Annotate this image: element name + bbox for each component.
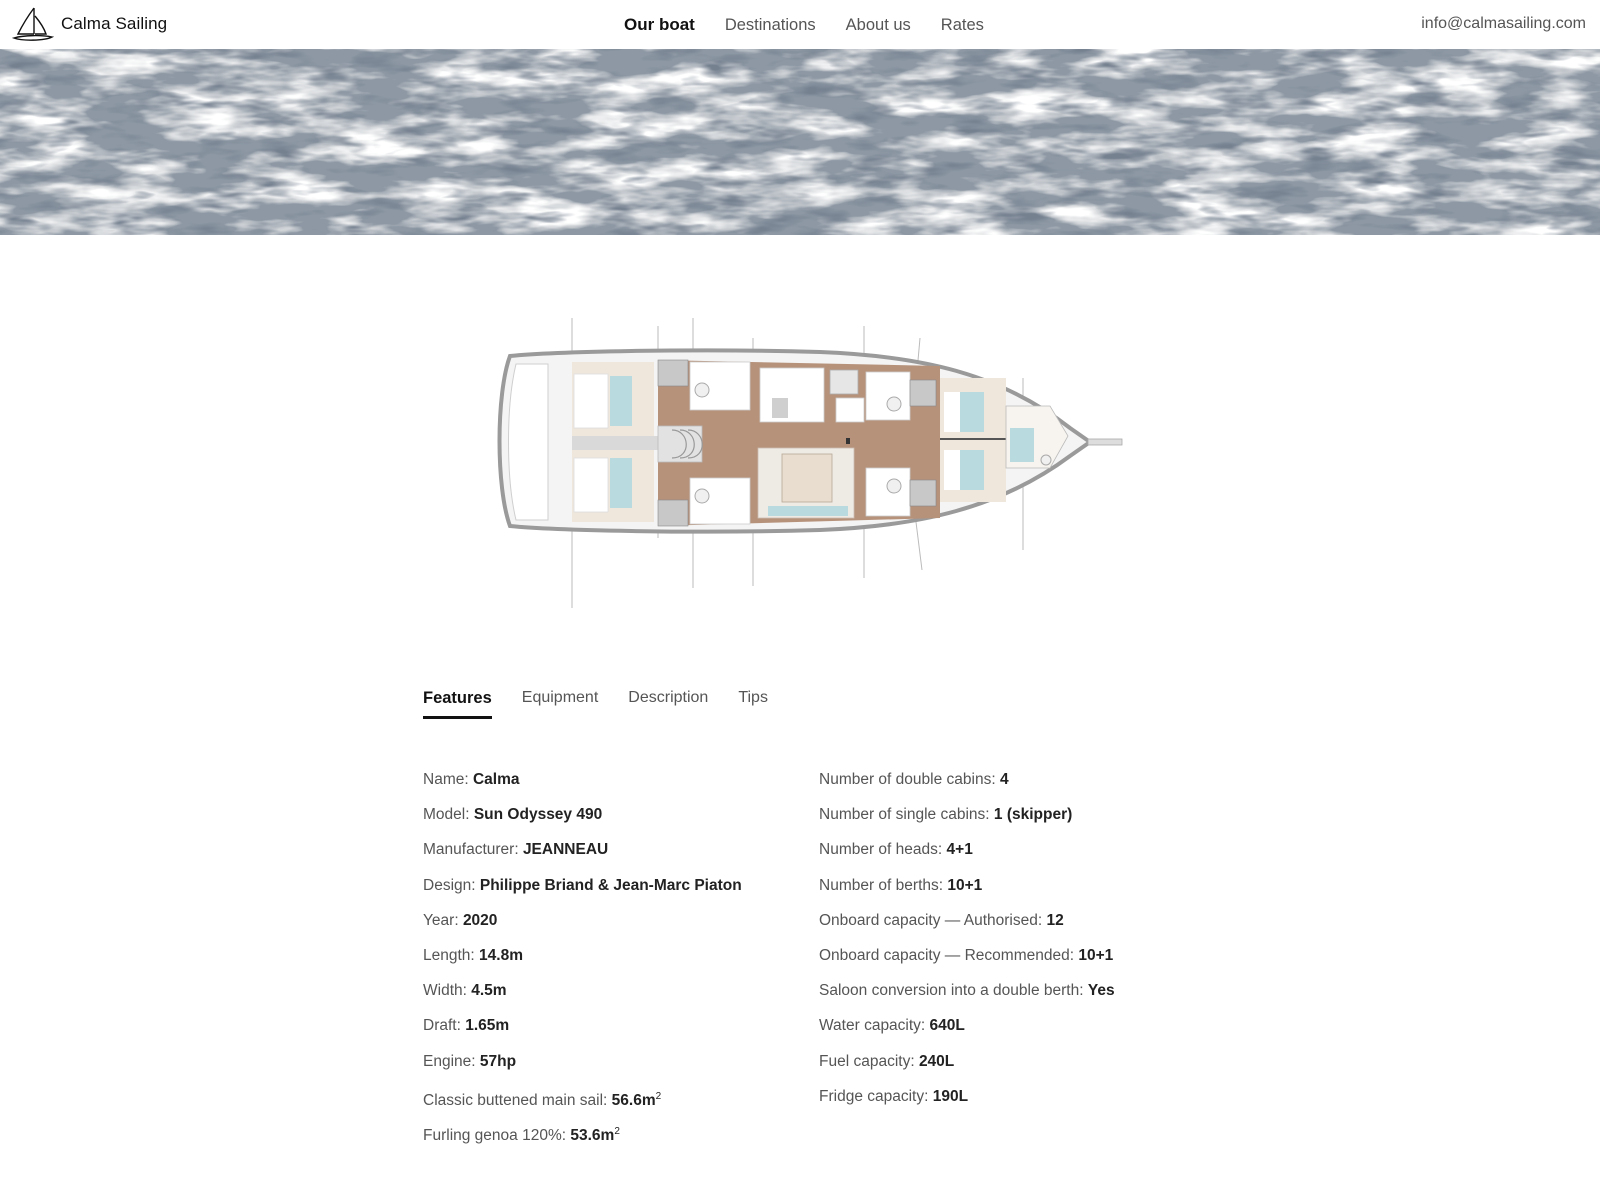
nav-our-boat[interactable]: Our boat [624, 15, 695, 35]
tab-features[interactable]: Features [423, 688, 492, 719]
brand-link[interactable]: Calma Sailing [12, 6, 167, 42]
features-right-column: Number of double cabins: 4 Number of sin… [819, 770, 1115, 1122]
boat-deck-plan [490, 318, 1140, 610]
site-header: Calma Sailing Our boat Destinations Abou… [0, 0, 1600, 49]
tab-equipment[interactable]: Equipment [522, 688, 599, 719]
feature-year: Year: 2020 [423, 911, 498, 929]
feature-engine: Engine: 57hp [423, 1052, 517, 1070]
nav-rates[interactable]: Rates [941, 15, 984, 35]
feature-capacity-authorised: Onboard capacity — Authorised: 12 [819, 911, 1064, 929]
feature-heads: Number of heads: 4+1 [819, 841, 973, 859]
feature-manufacturer: Manufacturer: JEANNEAU [423, 841, 609, 859]
feature-double-cabins: Number of double cabins: 4 [819, 771, 1009, 788]
feature-draft: Draft: 1.65m [423, 1017, 510, 1035]
nav-destinations[interactable]: Destinations [725, 15, 816, 35]
tab-tips[interactable]: Tips [738, 688, 768, 719]
tab-description[interactable]: Description [628, 688, 708, 719]
main-nav: Our boat Destinations About us Rates [624, 15, 1014, 35]
brand-name: Calma Sailing [61, 14, 168, 33]
feature-model: Model: Sun Odyssey 490 [423, 806, 603, 824]
feature-design: Design: Philippe Briand & Jean-Marc Piat… [423, 876, 742, 894]
feature-saloon-conversion: Saloon conversion into a double berth: Y… [819, 982, 1115, 1000]
feature-single-cabins: Number of single cabins: 1 (skipper) [819, 806, 1073, 824]
features-left-column: Name: Calma Model: Sun Odyssey 490 Manuf… [423, 770, 742, 1157]
feature-water-capacity: Water capacity: 640L [819, 1017, 965, 1035]
contact-email-link[interactable]: info@calmasailing.com [1421, 15, 1586, 33]
feature-tabs: Features Equipment Description Tips [423, 688, 798, 719]
hero-sea-image [0, 49, 1600, 235]
feature-length: Length: 14.8m [423, 946, 523, 964]
feature-name: Name: Calma [423, 771, 520, 788]
nav-about-us[interactable]: About us [846, 15, 911, 35]
feature-main-sail: Classic buttened main sail: 56.6m2 [423, 1090, 662, 1109]
feature-width: Width: 4.5m [423, 982, 507, 1000]
feature-fuel-capacity: Fuel capacity: 240L [819, 1052, 955, 1070]
feature-capacity-recommended: Onboard capacity — Recommended: 10+1 [819, 946, 1114, 964]
feature-fridge-capacity: Fridge capacity: 190L [819, 1087, 969, 1105]
feature-genoa: Furling genoa 120%: 53.6m2 [423, 1125, 620, 1145]
feature-berths: Number of berths: 10+1 [819, 876, 983, 894]
sailboat-icon [12, 7, 54, 41]
